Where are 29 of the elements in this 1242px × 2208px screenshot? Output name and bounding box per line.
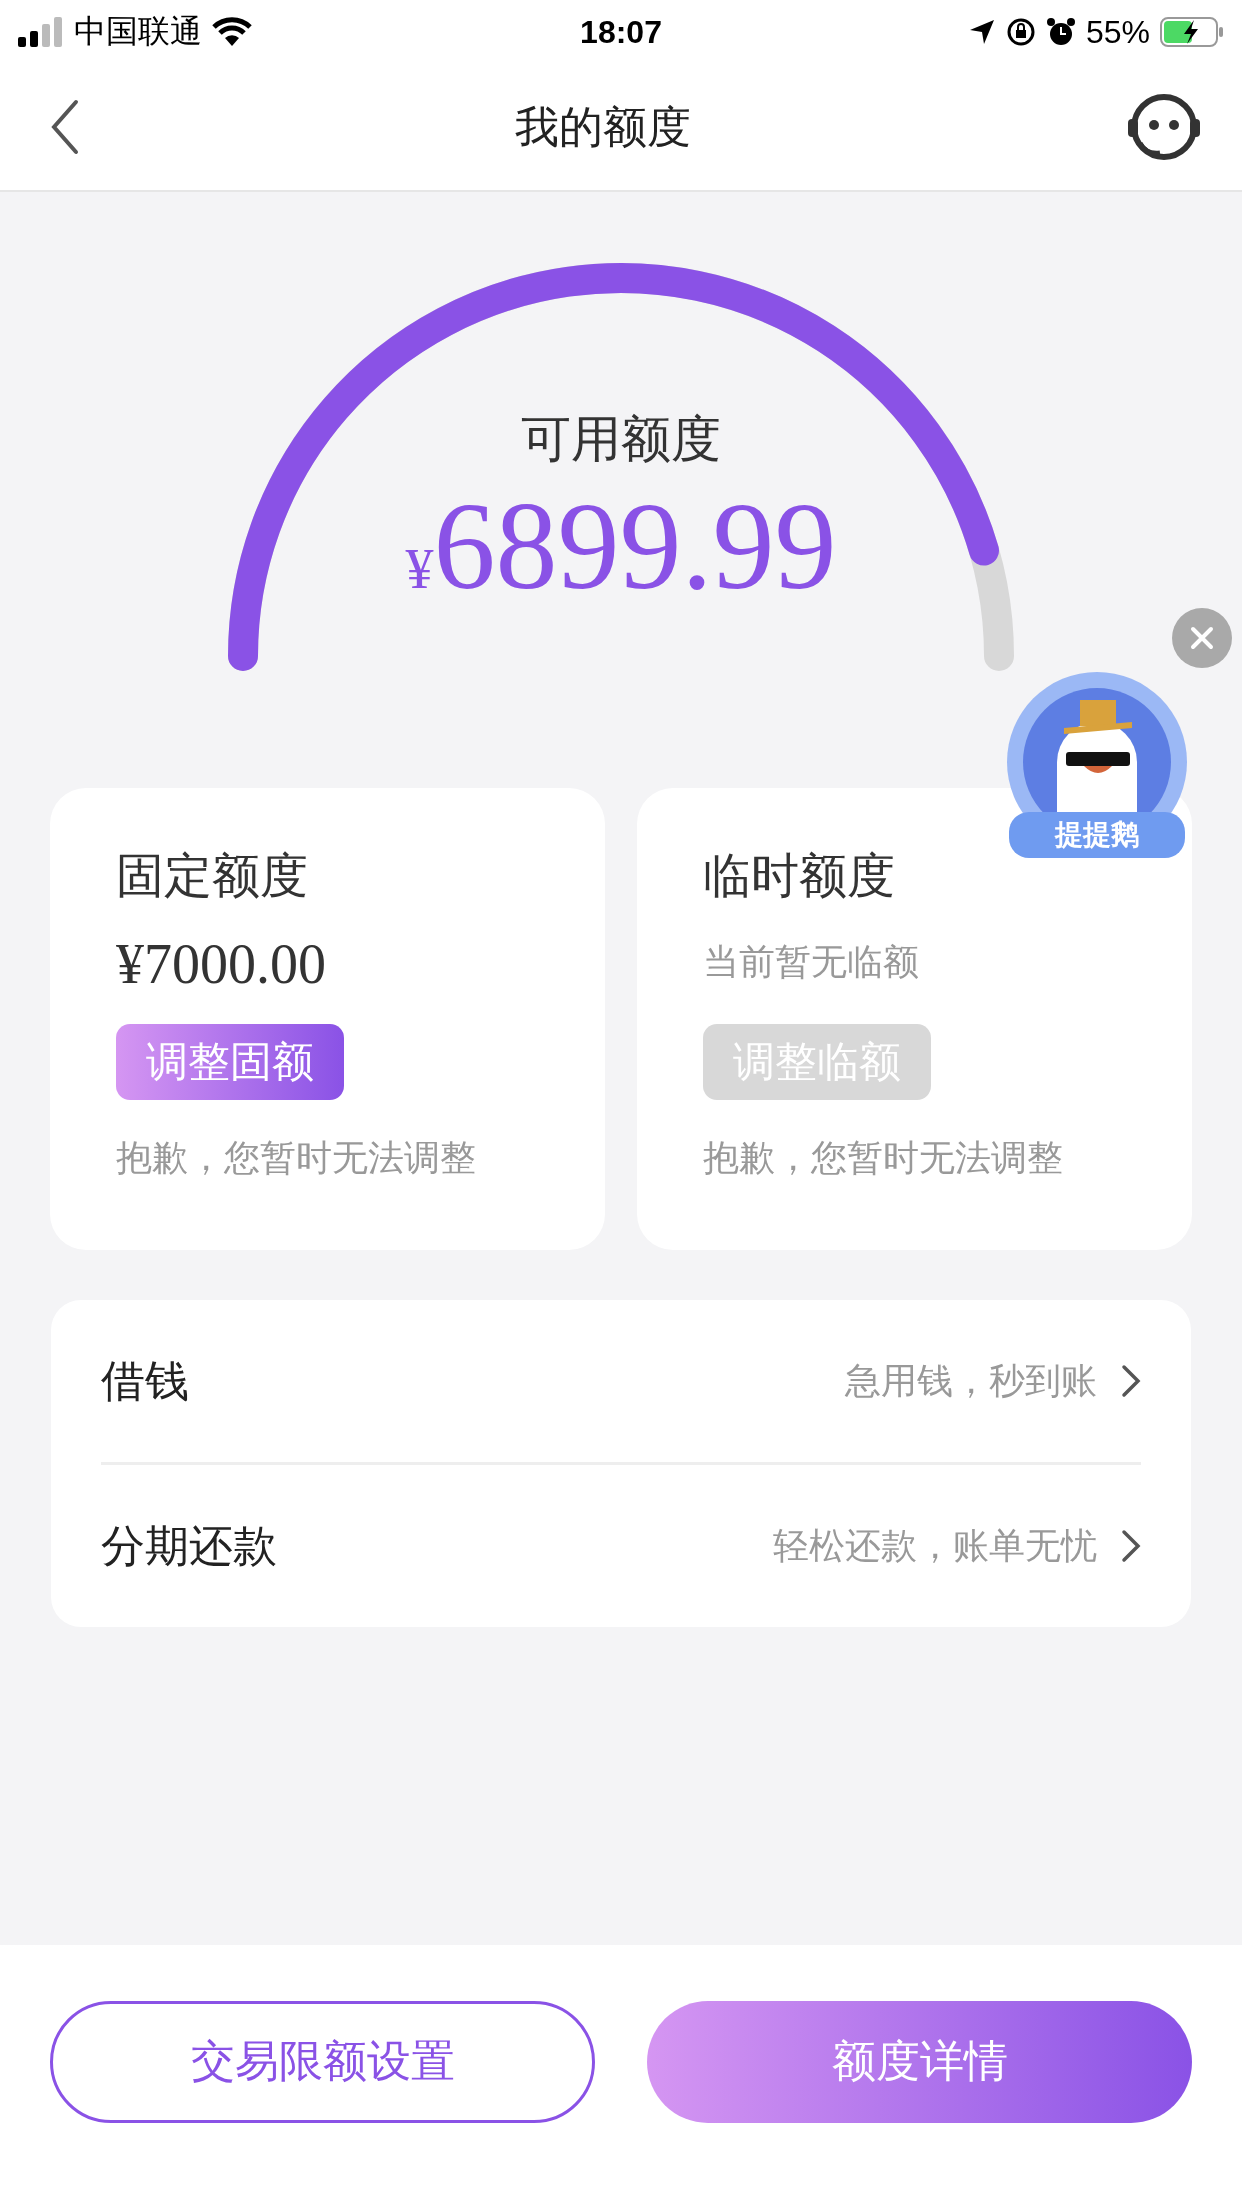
bottom-button[interactable]: 交易限额设置 (50, 2000, 595, 2123)
card-note: 当前暂无临额 (703, 940, 919, 984)
currency-symbol: ¥ (405, 538, 434, 601)
back-button[interactable] (50, 99, 80, 155)
available-amount: 6899.99 (433, 479, 837, 616)
card-title: 固定额度 (116, 846, 308, 905)
menu-item-hint: 急用钱，秒到账 (845, 1358, 1097, 1403)
page-title: 我的额度 (515, 99, 691, 154)
chevron-right-icon[interactable] (1121, 1364, 1141, 1398)
battery-percent: 55% (1085, 13, 1150, 51)
card-amount: ¥7000.00 (116, 932, 326, 997)
carrier-name: 中国联通 (74, 12, 202, 51)
wifi-icon (212, 17, 252, 47)
clock-time: 18:07 (580, 13, 662, 51)
battery-icon (1160, 17, 1224, 47)
adjust-button[interactable]: 调整固额 (116, 1024, 344, 1100)
menu-item-label[interactable]: 借钱 (101, 1351, 821, 1411)
card-title: 临时额度 (703, 846, 895, 905)
mascot-label[interactable]: 提提鹅 (1009, 812, 1185, 858)
menu-item-label[interactable]: 分期还款 (101, 1516, 749, 1576)
signal-icon (18, 17, 64, 47)
bottom-button[interactable]: 额度详情 (647, 2000, 1192, 2123)
alarm-icon (1045, 17, 1076, 47)
rotation-lock-icon (1005, 17, 1036, 47)
card-message: 抱歉，您暂时无法调整 (703, 1136, 1063, 1180)
chevron-right-icon[interactable] (1121, 1529, 1141, 1563)
available-credit-label: 可用额度 (521, 409, 721, 470)
menu-item-hint: 轻松还款，账单无忧 (773, 1523, 1097, 1568)
card-message: 抱歉，您暂时无法调整 (116, 1136, 476, 1180)
